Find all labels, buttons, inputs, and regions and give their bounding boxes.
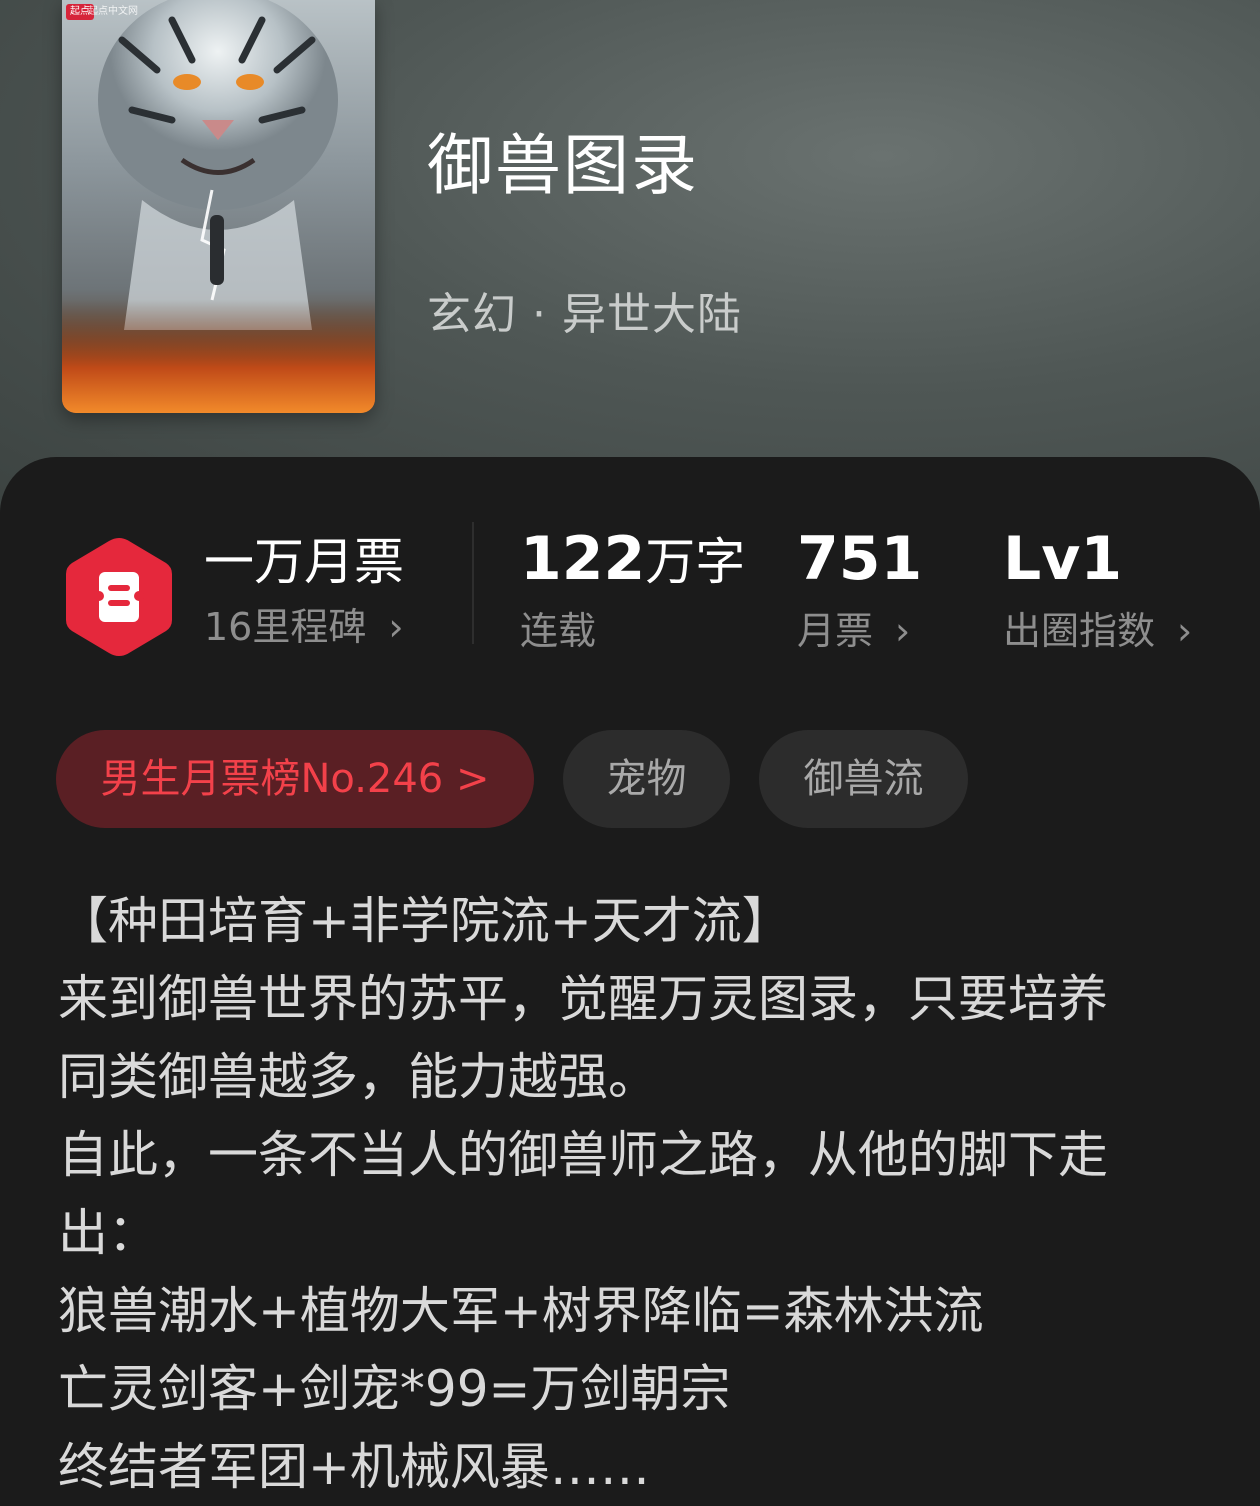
tag-beast-taming[interactable]: 御兽流 xyxy=(759,730,968,828)
milestone-subtitle: 16里程碑 xyxy=(204,605,367,649)
stat-divider xyxy=(472,522,474,644)
description-line: 同类御兽越多，能力越强。 xyxy=(58,1048,658,1106)
description-line: 出： xyxy=(58,1204,158,1262)
publisher-logo-text: 起点中文网 xyxy=(88,6,138,17)
description-line: 自此，一条不当人的御兽师之路，从他的脚下走 xyxy=(58,1126,1108,1184)
monthly-votes-value: 751 xyxy=(797,524,923,594)
book-genre[interactable]: 玄幻 · 异世大陆 xyxy=(427,278,742,342)
chevron-right-icon: › xyxy=(388,605,404,649)
cover-art-image xyxy=(62,0,375,413)
monthly-votes-stat[interactable]: 751 月票 › xyxy=(797,529,922,655)
chevron-right-icon: › xyxy=(895,609,911,653)
description-line: 【种田培育+非学院流+天才流】 xyxy=(58,892,792,950)
milestone-stat[interactable]: 一万月票 16里程碑 › xyxy=(204,533,404,651)
monthly-votes-label: 月票 xyxy=(797,609,874,653)
word-count-unit: 万字 xyxy=(645,533,746,591)
serial-status: 连载 xyxy=(520,609,597,653)
tag-pets[interactable]: 宠物 xyxy=(563,730,730,828)
book-title: 御兽图录 xyxy=(427,127,699,204)
ranking-tag-button[interactable]: 男生月票榜No.246 > xyxy=(56,730,534,828)
description-line: 狼兽潮水+植物大军+树界降临=森林洪流 xyxy=(58,1282,984,1340)
description-line: 亡灵剑客+剑宠*99=万剑朝宗 xyxy=(58,1360,731,1418)
ticket-icon[interactable] xyxy=(62,534,176,660)
popularity-level-value: Lv1 xyxy=(1003,524,1123,594)
popularity-index-label: 出圈指数 xyxy=(1003,609,1156,653)
book-description[interactable]: 【种田培育+非学院流+天才流】 来到御兽世界的苏平，觉醒万灵图录，只要培养 同类… xyxy=(58,882,1208,1506)
description-line: 终结者军团+机械风暴…… xyxy=(58,1438,650,1496)
book-cover[interactable]: 起点 起点中文网 xyxy=(62,0,375,413)
milestone-title: 一万月票 xyxy=(204,533,404,591)
word-count-number: 122 xyxy=(520,524,646,594)
description-line: 来到御兽世界的苏平，觉醒万灵图录，只要培养 xyxy=(58,970,1108,1028)
word-count-stat: 122万字 连载 xyxy=(520,529,746,655)
popularity-index-stat[interactable]: Lv1 出圈指数 › xyxy=(1003,529,1193,655)
chevron-right-icon: › xyxy=(1177,609,1193,653)
